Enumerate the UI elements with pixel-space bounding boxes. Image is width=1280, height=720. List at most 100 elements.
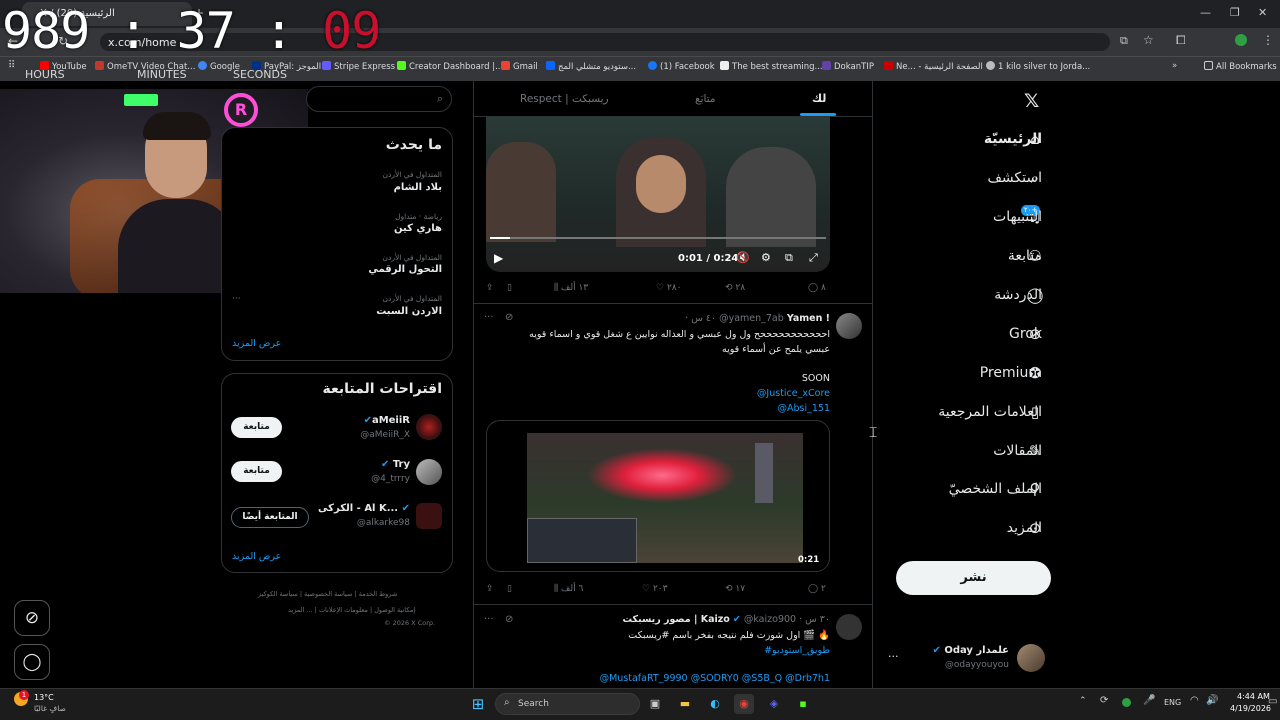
trend-item[interactable]: بلاد الشام [394, 182, 442, 193]
tweet-author[interactable]: Yamen ! [787, 313, 830, 324]
mute-icon[interactable]: 🔇 [736, 251, 750, 264]
suggestion-name[interactable]: ✔aMeiiR [364, 415, 410, 426]
settings-icon[interactable]: ⚙ [761, 251, 771, 264]
more-options-icon[interactable]: ··· [484, 614, 494, 625]
avatar[interactable] [416, 503, 442, 529]
bookmark-dokantip[interactable]: DokanTIP [822, 61, 874, 72]
follow-button[interactable]: متابعة [231, 461, 282, 482]
tweet-author[interactable]: مصور ريسبكت | Kaizo [623, 614, 730, 625]
kick-taskbar-icon[interactable]: ▪ [793, 694, 813, 714]
task-view-icon[interactable]: ▣ [645, 694, 665, 714]
tweet-video[interactable] [486, 117, 830, 272]
video-progress-bar[interactable] [490, 237, 826, 239]
minimize-icon[interactable]: — [1200, 6, 1211, 19]
clock-date[interactable]: 4/19/2026 [1230, 704, 1271, 713]
follow-button[interactable]: متابعة [231, 417, 282, 438]
mention-link[interactable]: @Absi_151 [470, 401, 830, 416]
avatar[interactable] [836, 313, 862, 339]
nav-more[interactable]: المزيد [1007, 520, 1042, 536]
close-window-icon[interactable]: ✕ [1258, 6, 1267, 19]
share-icon[interactable]: ⇪ [486, 584, 494, 594]
x-logo-icon[interactable]: 𝕏 [1024, 90, 1039, 112]
bookmark-facebook[interactable]: (1) Facebook [648, 61, 715, 72]
bookmark-news[interactable]: Ne... - الصفحة الرئيسية [884, 61, 983, 72]
avatar[interactable] [836, 614, 862, 640]
clock-time[interactable]: 4:44 AM [1237, 692, 1270, 701]
discord-icon[interactable]: ◈ [764, 694, 784, 714]
reply-button[interactable]: ◯ ٢ [808, 584, 826, 594]
mic-icon[interactable]: 🎤 [1143, 695, 1155, 706]
views-count[interactable]: ⫼ ١٣ ألف [554, 283, 588, 293]
windows-start-icon[interactable]: ⊞ [468, 694, 488, 714]
all-bookmarks[interactable]: All Bookmarks [1204, 61, 1277, 72]
grok-float-icon[interactable]: ⊘ [14, 600, 50, 636]
taskbar-search[interactable]: ⌕ Search [495, 693, 640, 715]
profile-avatar[interactable] [1235, 34, 1247, 46]
tray-chevron-icon[interactable]: ⌃ [1079, 696, 1087, 706]
volume-icon[interactable]: 🔊 [1206, 695, 1218, 706]
maximize-icon[interactable]: ❐ [1230, 6, 1240, 19]
apps-icon[interactable]: ⠿ [8, 60, 15, 71]
star-icon[interactable]: ☆ [1143, 33, 1154, 47]
language-indicator[interactable]: ENG [1164, 698, 1181, 707]
account-switcher[interactable]: ··· ✔ Oday علمدار @odayyouyou [880, 640, 1055, 680]
footer-links[interactable]: شروط الخدمة | سياسة الخصوصية | سياسة الك… [258, 590, 397, 598]
chrome-icon[interactable]: ◉ [734, 694, 754, 714]
bookmark-action-icon[interactable]: ▯ [507, 584, 512, 594]
wifi-icon[interactable]: ◠ [1190, 695, 1199, 706]
install-icon[interactable]: ⧉ [1120, 34, 1128, 48]
grok-explain-icon[interactable]: ⊘ [505, 312, 513, 323]
suggestion-name[interactable]: ✔ Try [381, 459, 410, 470]
more-options-icon[interactable]: ··· [484, 312, 494, 323]
retweet-button[interactable]: ⟲ ٢٨ [725, 283, 745, 293]
post-button[interactable]: نشر [896, 561, 1051, 595]
tab-respect[interactable]: Respect | ريسبكت [520, 93, 609, 105]
bookmark-creator[interactable]: Creator Dashboard |... [397, 61, 503, 72]
chat-float-icon[interactable]: ◯ [14, 644, 50, 680]
tweet-handle[interactable]: @kaizo900 [744, 614, 796, 625]
nav-notifications[interactable]: التنبيهات [993, 209, 1042, 225]
mention-link[interactable]: @MustafaRT_9990 @SODRY0 @S5B_Q @Drb7h1 [470, 671, 830, 686]
nav-follow[interactable]: متابعة [1008, 248, 1042, 264]
edge-icon[interactable]: ◐ [705, 694, 725, 714]
trends-show-more[interactable]: عرض المزيد [232, 338, 281, 349]
trend-item[interactable]: هاري كين [394, 223, 442, 234]
footer-links[interactable]: إمكانية الوصول | معلومات الإعلانات | ...… [288, 606, 415, 614]
nav-articles[interactable]: المقالات [993, 443, 1042, 459]
menu-icon[interactable]: ⋮ [1262, 33, 1274, 47]
retweet-button[interactable]: ⟲ ١٧ [725, 584, 745, 594]
file-explorer-icon[interactable]: ▬ [675, 694, 695, 714]
bookmark-streaming[interactable]: The best streaming... [720, 61, 823, 72]
more-options-icon[interactable]: ··· [888, 650, 899, 663]
extensions-icon[interactable]: ⧠ [1176, 33, 1186, 48]
trend-item[interactable]: التحول الرقمي [368, 264, 442, 275]
suggestions-show-more[interactable]: عرض المزيد [232, 551, 281, 562]
pip-icon[interactable]: ⧉ [785, 251, 793, 265]
notification-center-icon[interactable]: ▭ [1268, 696, 1277, 707]
more-bookmarks-icon[interactable]: » [1172, 61, 1177, 71]
search-input[interactable]: ⌕ [306, 86, 452, 112]
nav-home[interactable]: الرئيسيّة [984, 131, 1042, 147]
nav-bookmarks[interactable]: العلامات المرجعية [938, 404, 1042, 420]
play-icon[interactable]: ▶ [494, 251, 503, 265]
avatar[interactable] [416, 414, 442, 440]
grok-explain-icon[interactable]: ⊘ [505, 614, 513, 625]
fullscreen-icon[interactable]: ⤢ [809, 251, 818, 265]
tab-for-you[interactable]: لك [812, 92, 826, 105]
like-button[interactable]: ♡ ٢٠٣ [642, 584, 667, 594]
tab-following[interactable]: متابَع [695, 93, 716, 105]
tweet-handle[interactable]: @yamen_7ab [719, 313, 784, 324]
trend-item[interactable]: الاردن السبت [376, 306, 442, 317]
bookmark-meta[interactable]: ستوديو متشلي المج... [546, 61, 636, 72]
share-icon[interactable]: ⇪ [486, 283, 494, 293]
status-icon[interactable] [1122, 698, 1131, 707]
video-thumbnail[interactable] [527, 433, 803, 563]
nav-grok[interactable]: Grok [1009, 326, 1042, 342]
suggestion-name[interactable]: الكركى - Al K... ✔ [318, 503, 410, 514]
views-count[interactable]: ⫼ ٦ ألف [554, 584, 583, 594]
nav-profile[interactable]: الملف الشخصيّ [949, 481, 1042, 497]
mention-link[interactable]: @Justice_xCore [470, 386, 830, 401]
following-button[interactable]: المتابعة أيضًا [231, 507, 309, 528]
bookmark-stripe[interactable]: Stripe Express [322, 61, 395, 72]
like-button[interactable]: ♡ ٢٨٠ [656, 283, 681, 293]
